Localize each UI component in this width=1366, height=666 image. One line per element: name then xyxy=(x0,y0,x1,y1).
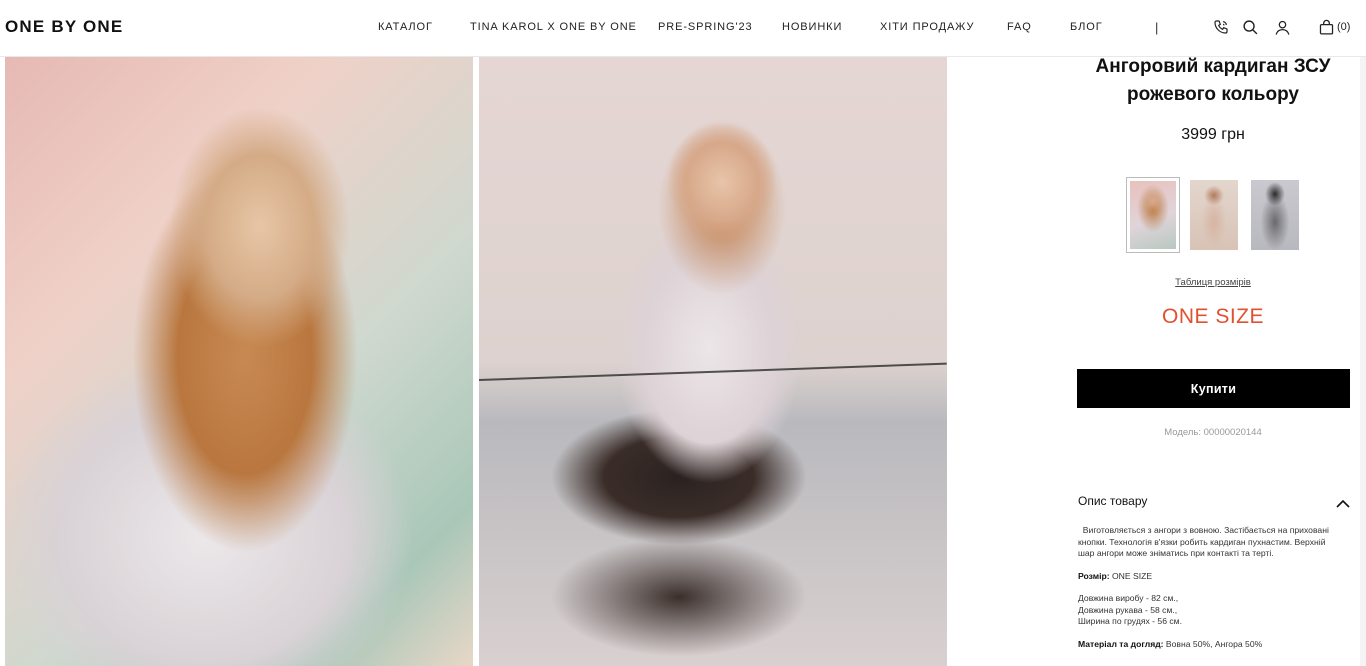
thumbnail-2[interactable] xyxy=(1187,177,1241,253)
description-body: Виготовляється з ангори з вовною. Застіб… xyxy=(1078,525,1336,661)
search-icon[interactable] xyxy=(1240,17,1260,37)
product-model: Модель: 00000020144 xyxy=(1164,427,1262,438)
description-text: Виготовляється з ангори з вовною. Застіб… xyxy=(1078,525,1329,558)
product-title-line-1: Ангоровий кардиган ЗСУ xyxy=(1095,56,1331,77)
description-sleeve: Довжина рукава - 58 см., xyxy=(1078,604,1178,615)
page-scrollbar[interactable] xyxy=(1360,57,1366,666)
thumbnail-2-image xyxy=(1190,180,1238,250)
photo-table-edge xyxy=(479,362,947,381)
user-icon[interactable] xyxy=(1272,17,1292,37)
site-header: ONE BY ONE КАТАЛОГ TINA KAROL X ONE BY O… xyxy=(0,0,1366,57)
header-icons xyxy=(0,17,1366,39)
description-material-value: Вовна 50%, Ангора 50% xyxy=(1163,638,1263,649)
product-title-line-2: рожевого кольору xyxy=(1126,84,1299,105)
thumbnail-gallery xyxy=(1060,177,1366,253)
description-heading[interactable]: Опис товару xyxy=(1078,494,1147,508)
chevron-up-icon[interactable] xyxy=(1336,496,1350,508)
description-size-value: ONE SIZE xyxy=(1109,570,1153,581)
product-price: 3999 грн xyxy=(1181,126,1245,143)
buy-button[interactable]: Купити xyxy=(1077,369,1350,408)
thumbnail-3-image xyxy=(1251,180,1299,250)
product-photo-main[interactable] xyxy=(5,57,473,666)
thumbnail-1-image xyxy=(1130,181,1176,249)
thumbnail-3[interactable] xyxy=(1248,177,1302,253)
description-chest: Ширина по грудях - 56 см. xyxy=(1078,616,1182,626)
product-info-panel: Ангоровий кардиган ЗСУ рожевого кольору … xyxy=(1060,56,1366,666)
description-length: Довжина виробу - 82 см., xyxy=(1078,593,1179,603)
product-title: Ангоровий кардиган ЗСУ рожевого кольору xyxy=(1060,53,1366,109)
cart-count[interactable]: (0) xyxy=(1337,21,1350,33)
thumbnail-1[interactable] xyxy=(1126,177,1180,253)
product-photo-secondary[interactable] xyxy=(479,57,947,666)
size-option[interactable]: ONE SIZE xyxy=(1060,305,1366,329)
phone-icon[interactable] xyxy=(1211,17,1231,37)
description-size-label: Розмір: xyxy=(1078,570,1110,581)
shopping-bag-icon[interactable] xyxy=(1316,17,1336,37)
size-table-link[interactable]: Таблиця розмірів xyxy=(1060,277,1366,288)
description-material-label: Матеріал та догляд: xyxy=(1078,638,1164,649)
